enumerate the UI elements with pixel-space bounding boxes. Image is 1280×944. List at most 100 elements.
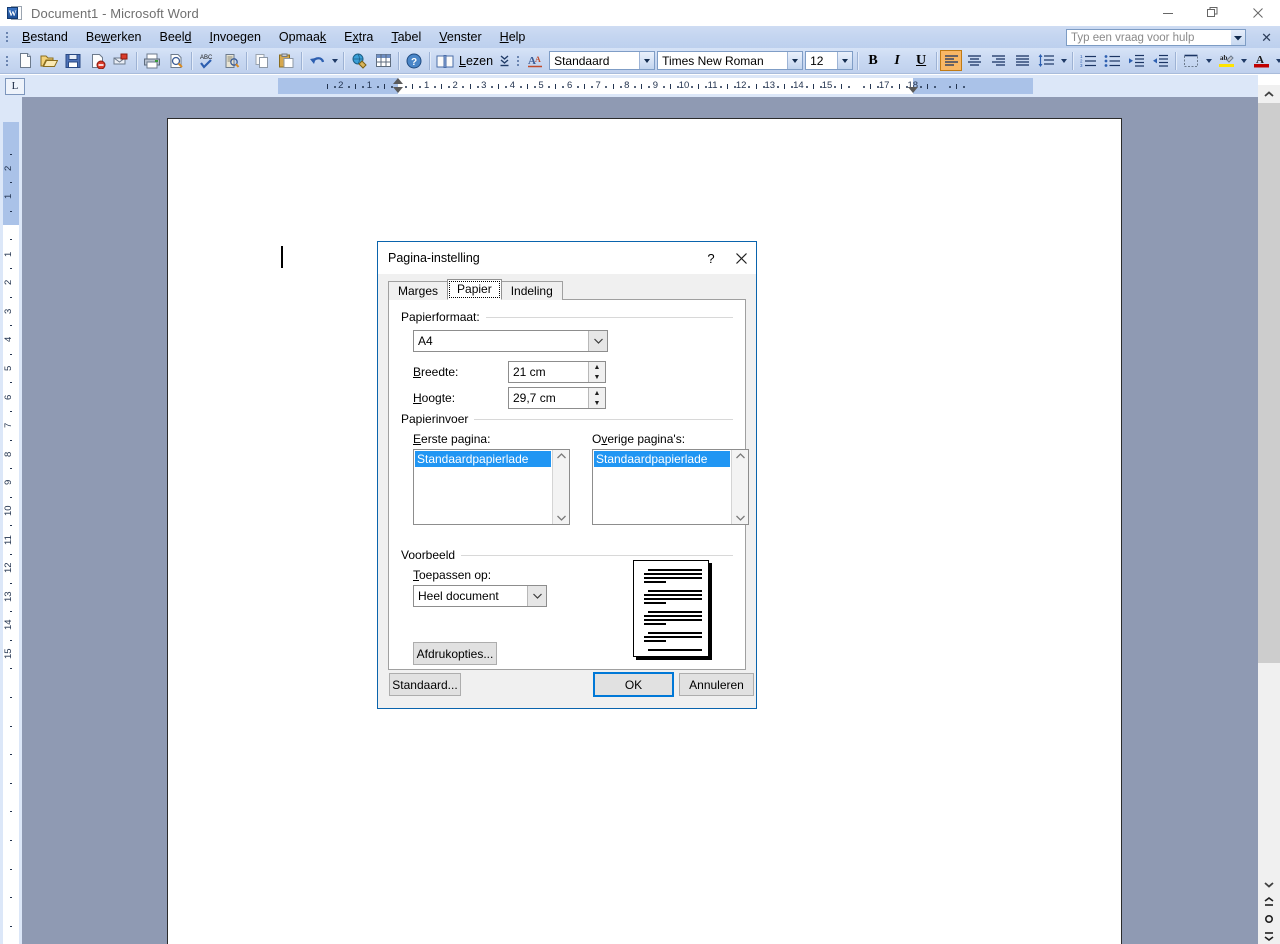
other-pages-listbox-scrollbar[interactable] bbox=[731, 450, 748, 524]
select-browse-object-icon[interactable] bbox=[1258, 910, 1280, 927]
chevron-down-icon[interactable] bbox=[588, 331, 607, 351]
page-setup-dialog[interactable]: Pagina-instelling ? Marges Papier Indeli… bbox=[377, 241, 757, 709]
right-indent-marker[interactable] bbox=[908, 87, 918, 93]
close-document-icon[interactable]: ✕ bbox=[1261, 30, 1272, 46]
horizontal-ruler[interactable]: L 2 1 1 2 3 4 5 6 7 8 9 10 11 12 13 14 15 17 18 bbox=[0, 75, 1258, 97]
toolbar-gripper-formatting[interactable] bbox=[513, 52, 522, 70]
help-icon[interactable]: ? bbox=[402, 50, 426, 72]
dialog-close-icon[interactable] bbox=[726, 243, 756, 273]
save-icon[interactable] bbox=[61, 50, 85, 72]
tab-marges[interactable]: Marges bbox=[388, 281, 449, 300]
other-pages-selected-item[interactable]: Standaardpapierlade bbox=[594, 451, 730, 467]
vertical-scrollbar[interactable] bbox=[1258, 85, 1280, 944]
bulleted-list-icon[interactable] bbox=[1100, 50, 1124, 72]
permission-icon[interactable] bbox=[109, 50, 133, 72]
scroll-up-button[interactable] bbox=[1258, 85, 1280, 103]
chevron-down-icon[interactable] bbox=[837, 52, 853, 69]
chevron-down-icon[interactable] bbox=[639, 52, 655, 69]
print-options-button[interactable]: Afdrukopties... bbox=[413, 642, 497, 665]
toolbar-gripper-standard[interactable] bbox=[2, 52, 11, 70]
highlight-dropdown-icon[interactable] bbox=[1238, 50, 1249, 72]
minimize-icon[interactable] bbox=[1145, 0, 1190, 26]
menu-bestand[interactable]: Bestand bbox=[13, 28, 77, 46]
increase-indent-icon[interactable] bbox=[1148, 50, 1172, 72]
height-spinner[interactable]: 29,7 cm ▲ ▼ bbox=[508, 387, 606, 409]
underline-icon[interactable]: U bbox=[909, 50, 933, 72]
width-spin-up[interactable]: ▲ bbox=[589, 362, 605, 372]
height-spin-up[interactable]: ▲ bbox=[589, 388, 605, 398]
restore-icon[interactable] bbox=[1190, 0, 1235, 26]
align-center-icon[interactable] bbox=[962, 50, 986, 72]
chevron-down-icon[interactable] bbox=[787, 52, 803, 69]
previous-page-icon[interactable] bbox=[1258, 893, 1280, 910]
menu-extra[interactable]: Extra bbox=[335, 28, 382, 46]
toolbar-overflow-icon[interactable] bbox=[498, 49, 511, 73]
chevron-down-icon[interactable] bbox=[1231, 30, 1245, 45]
vertical-ruler[interactable]: 2 1 1 2 3 4 5 6 7 8 9 10 11 12 13 14 15 bbox=[0, 97, 22, 944]
height-spin-buttons[interactable]: ▲ ▼ bbox=[588, 388, 605, 408]
width-spin-down[interactable]: ▼ bbox=[589, 372, 605, 382]
borders-dropdown-icon[interactable] bbox=[1203, 50, 1214, 72]
style-combo[interactable]: Standaard bbox=[549, 51, 656, 70]
tab-papier[interactable]: Papier bbox=[447, 279, 502, 300]
font-color-icon[interactable]: A bbox=[1249, 50, 1273, 72]
height-spin-down[interactable]: ▼ bbox=[589, 398, 605, 408]
first-page-selected-item[interactable]: Standaardpapierlade bbox=[415, 451, 551, 467]
tab-selector[interactable]: L bbox=[5, 77, 25, 95]
decrease-indent-icon[interactable] bbox=[1124, 50, 1148, 72]
ask-a-question-box[interactable]: Typ een vraag voor hulp bbox=[1066, 29, 1246, 46]
justify-icon[interactable] bbox=[1010, 50, 1034, 72]
styles-and-formatting-icon[interactable]: AA bbox=[524, 50, 548, 72]
close-icon[interactable] bbox=[1235, 0, 1280, 26]
line-spacing-icon[interactable] bbox=[1034, 50, 1058, 72]
undo-dropdown-icon[interactable] bbox=[329, 50, 340, 72]
cancel-button[interactable]: Annuleren bbox=[679, 673, 754, 696]
copy-icon[interactable] bbox=[250, 50, 274, 72]
menu-invoegen[interactable]: Invoegen bbox=[200, 28, 269, 46]
reading-layout-label[interactable]: Lezen bbox=[457, 54, 498, 68]
new-document-icon[interactable] bbox=[13, 50, 37, 72]
first-page-listbox[interactable]: Standaardpapierlade bbox=[413, 449, 570, 525]
other-pages-listbox[interactable]: Standaardpapierlade bbox=[592, 449, 749, 525]
undo-icon[interactable] bbox=[305, 50, 329, 72]
research-icon[interactable] bbox=[219, 50, 243, 72]
menu-bewerken[interactable]: Bewerken bbox=[77, 28, 151, 46]
paper-size-combo[interactable]: A4 bbox=[413, 330, 608, 352]
width-spin-buttons[interactable]: ▲ ▼ bbox=[588, 362, 605, 382]
insert-table-icon[interactable] bbox=[371, 50, 395, 72]
print-icon[interactable] bbox=[140, 50, 164, 72]
insert-hyperlink-icon[interactable] bbox=[347, 50, 371, 72]
highlight-icon[interactable]: ab bbox=[1214, 50, 1238, 72]
dialog-help-icon[interactable]: ? bbox=[696, 243, 726, 273]
ok-button[interactable]: OK bbox=[593, 672, 674, 697]
next-page-icon[interactable] bbox=[1258, 927, 1280, 944]
print-preview-icon[interactable] bbox=[164, 50, 188, 72]
line-spacing-dropdown-icon[interactable] bbox=[1058, 50, 1069, 72]
first-page-listbox-scrollbar[interactable] bbox=[552, 450, 569, 524]
font-color-dropdown-icon[interactable] bbox=[1273, 50, 1280, 72]
menu-tabel[interactable]: Tabel bbox=[382, 28, 430, 46]
first-line-indent-marker[interactable] bbox=[393, 78, 403, 84]
chevron-down-icon[interactable] bbox=[527, 586, 546, 606]
scrollbar-thumb[interactable] bbox=[1258, 103, 1280, 663]
paste-icon[interactable] bbox=[274, 50, 298, 72]
spelling-check-icon[interactable]: ABC bbox=[195, 50, 219, 72]
mail-recipient-icon[interactable] bbox=[85, 50, 109, 72]
font-combo[interactable]: Times New Roman bbox=[657, 51, 804, 70]
menu-help[interactable]: Help bbox=[491, 28, 535, 46]
borders-icon[interactable] bbox=[1179, 50, 1203, 72]
align-left-icon[interactable] bbox=[940, 50, 963, 71]
bold-icon[interactable]: B bbox=[861, 50, 885, 72]
menu-gripper[interactable] bbox=[2, 28, 11, 46]
numbered-list-icon[interactable]: 123 bbox=[1076, 50, 1100, 72]
width-spinner[interactable]: 21 cm ▲ ▼ bbox=[508, 361, 606, 383]
reading-layout-icon[interactable] bbox=[433, 50, 457, 72]
ruler-track[interactable]: 2 1 1 2 3 4 5 6 7 8 9 10 11 12 13 14 15 17 18 bbox=[30, 78, 1254, 94]
scroll-down-button[interactable] bbox=[1258, 875, 1280, 893]
menu-beeld[interactable]: Beeld bbox=[150, 28, 200, 46]
hanging-indent-marker[interactable] bbox=[393, 87, 403, 93]
italic-icon[interactable]: I bbox=[885, 50, 909, 72]
font-size-combo[interactable]: 12 bbox=[805, 51, 854, 70]
open-folder-icon[interactable] bbox=[37, 50, 61, 72]
tab-indeling[interactable]: Indeling bbox=[500, 281, 563, 300]
